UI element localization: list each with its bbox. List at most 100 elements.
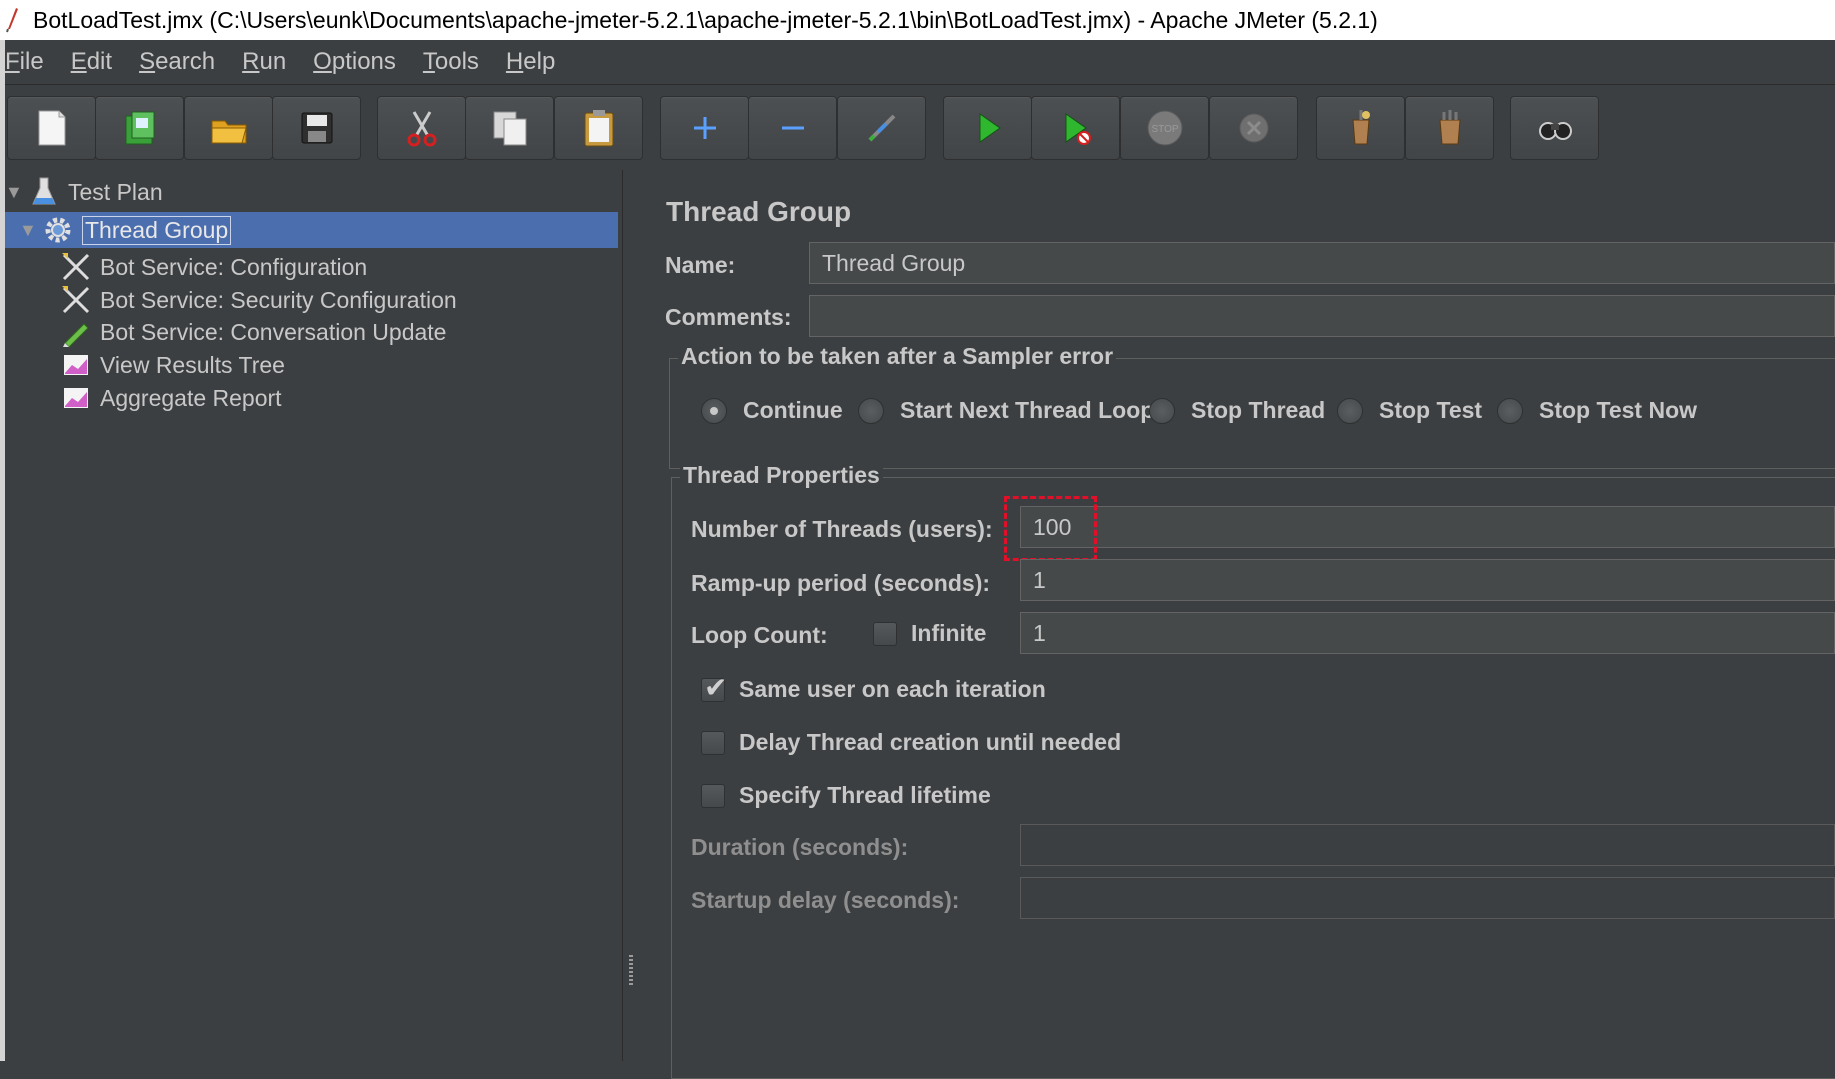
- menu-search[interactable]: Search: [139, 48, 215, 76]
- clear-all-icon: [1438, 110, 1461, 145]
- duration-label: Duration (seconds):: [691, 834, 909, 860]
- loop-count-field[interactable]: 1: [1020, 612, 1835, 654]
- checkbox-label: Infinite: [911, 620, 987, 646]
- comments-label: Comments:: [665, 304, 792, 330]
- copy-button[interactable]: [465, 96, 554, 160]
- collapse-all-button[interactable]: [748, 96, 837, 160]
- radio-start-next-thread-loop[interactable]: Start Next Thread Loop: [858, 397, 1154, 424]
- save-button[interactable]: [272, 96, 361, 160]
- radio-label: Stop Test: [1379, 397, 1483, 423]
- split-pane-divider[interactable]: [622, 170, 642, 1061]
- templates-icon: [125, 111, 154, 145]
- name-label: Name:: [665, 252, 736, 278]
- checkbox-box[interactable]: [701, 671, 727, 704]
- duration-field[interactable]: [1020, 824, 1835, 866]
- rampup-field[interactable]: 1: [1020, 559, 1835, 601]
- menu-edit[interactable]: Edit: [71, 48, 112, 76]
- listener-graph-icon: [59, 348, 93, 382]
- tree-item-aggregate-report[interactable]: Aggregate Report: [59, 380, 282, 416]
- panel-title: Thread Group: [666, 196, 852, 227]
- jmeter-feather-icon: [6, 8, 18, 33]
- listener-graph-icon: [59, 381, 93, 415]
- clear-icon: [1351, 110, 1370, 145]
- gear-icon: [41, 213, 75, 247]
- radio-stop-thread[interactable]: Stop Thread: [1149, 397, 1325, 424]
- search-button[interactable]: [1510, 96, 1599, 160]
- menu-run[interactable]: Run: [242, 48, 286, 76]
- menu-bar: File Edit Search Run Options Tools Help: [5, 40, 1835, 85]
- toolbar: STOP: [5, 86, 1835, 168]
- tree-expand-arrow[interactable]: ▼: [19, 220, 41, 241]
- tree-item-label: Bot Service: Security Configuration: [100, 286, 457, 313]
- collapse-icon: [781, 126, 804, 130]
- tree-item-bot-security-config[interactable]: Bot Service: Security Configuration: [59, 282, 457, 318]
- tree-item-label: Bot Service: Conversation Update: [100, 318, 447, 345]
- radio-stop-test[interactable]: Stop Test: [1337, 397, 1482, 424]
- radio-stop-test-now[interactable]: Stop Test Now: [1497, 397, 1697, 424]
- sampler-error-group-title: Action to be taken after a Sampler error: [678, 343, 1117, 370]
- radio-label: Continue: [743, 397, 843, 423]
- window-titlebar: BotLoadTest.jmx (C:\Users\eunk\Documents…: [0, 0, 1835, 40]
- menu-options[interactable]: Options: [313, 48, 396, 76]
- radio-button[interactable]: [701, 397, 727, 424]
- thread-properties-title: Thread Properties: [680, 462, 883, 489]
- startup-delay-label: Startup delay (seconds):: [691, 887, 960, 913]
- radio-button[interactable]: [858, 397, 884, 424]
- menu-file[interactable]: File: [5, 48, 44, 76]
- paste-button[interactable]: [554, 96, 643, 160]
- toggle-button[interactable]: [837, 96, 926, 160]
- radio-continue[interactable]: Continue: [701, 397, 843, 424]
- same-user-checkbox[interactable]: Same user on each iteration: [701, 671, 1046, 704]
- checkbox-label: Same user on each iteration: [739, 676, 1046, 702]
- cut-button[interactable]: [377, 96, 466, 160]
- start-button[interactable]: [943, 96, 1032, 160]
- tree-expand-arrow[interactable]: ▼: [5, 182, 27, 203]
- startup-delay-field[interactable]: [1020, 877, 1835, 919]
- tree-item-view-results-tree[interactable]: View Results Tree: [59, 347, 285, 383]
- menu-help[interactable]: Help: [506, 48, 555, 76]
- rampup-label: Ramp-up period (seconds):: [691, 570, 991, 596]
- cut-icon: [407, 111, 436, 147]
- delay-thread-creation-checkbox[interactable]: Delay Thread creation until needed: [701, 729, 1121, 756]
- radio-label: Stop Thread: [1191, 397, 1326, 423]
- new-button[interactable]: [7, 96, 96, 160]
- checkbox-box[interactable]: [701, 730, 725, 755]
- search-icon: [1538, 122, 1572, 140]
- templates-button[interactable]: [95, 96, 184, 160]
- checkbox-box[interactable]: [701, 783, 725, 808]
- sampler-pencil-icon: [59, 315, 93, 349]
- checkbox-box[interactable]: [873, 621, 897, 646]
- tree-item-bot-conversation-update[interactable]: Bot Service: Conversation Update: [59, 314, 446, 350]
- config-tools-icon: [59, 250, 93, 284]
- divider-grip[interactable]: [629, 955, 633, 985]
- tree-item-label: Bot Service: Configuration: [100, 253, 368, 280]
- expand-all-button[interactable]: [660, 96, 749, 160]
- infinite-checkbox[interactable]: Infinite: [873, 620, 986, 647]
- tree-item-label: Test Plan: [68, 178, 163, 205]
- loop-count-label: Loop Count:: [691, 622, 828, 648]
- tree-item-test-plan[interactable]: ▼ Test Plan: [5, 174, 622, 210]
- threads-highlight-box: [1004, 496, 1097, 561]
- save-icon: [301, 112, 332, 144]
- new-icon: [38, 110, 65, 146]
- radio-button[interactable]: [1337, 397, 1363, 424]
- open-button[interactable]: [184, 96, 273, 160]
- start-no-timers-button[interactable]: [1031, 96, 1120, 160]
- comments-field[interactable]: [809, 295, 1835, 337]
- stop-button[interactable]: STOP: [1120, 96, 1209, 160]
- tree-item-thread-group[interactable]: ▼ Thread Group: [5, 212, 618, 248]
- checkbox-label: Delay Thread creation until needed: [739, 729, 1122, 755]
- radio-button[interactable]: [1497, 397, 1523, 424]
- radio-button[interactable]: [1149, 397, 1175, 424]
- clear-all-button[interactable]: [1405, 96, 1494, 160]
- specify-lifetime-checkbox[interactable]: Specify Thread lifetime: [701, 782, 991, 809]
- shutdown-icon: [1239, 113, 1268, 143]
- threads-field[interactable]: 100: [1020, 506, 1835, 548]
- radio-label: Stop Test Now: [1539, 397, 1698, 423]
- name-field[interactable]: Thread Group: [809, 242, 1835, 284]
- shutdown-button[interactable]: [1209, 96, 1298, 160]
- stop-icon: STOP: [1147, 110, 1182, 146]
- menu-tools[interactable]: Tools: [423, 48, 479, 76]
- clear-button[interactable]: [1316, 96, 1405, 160]
- tree-item-bot-config[interactable]: Bot Service: Configuration: [59, 249, 367, 285]
